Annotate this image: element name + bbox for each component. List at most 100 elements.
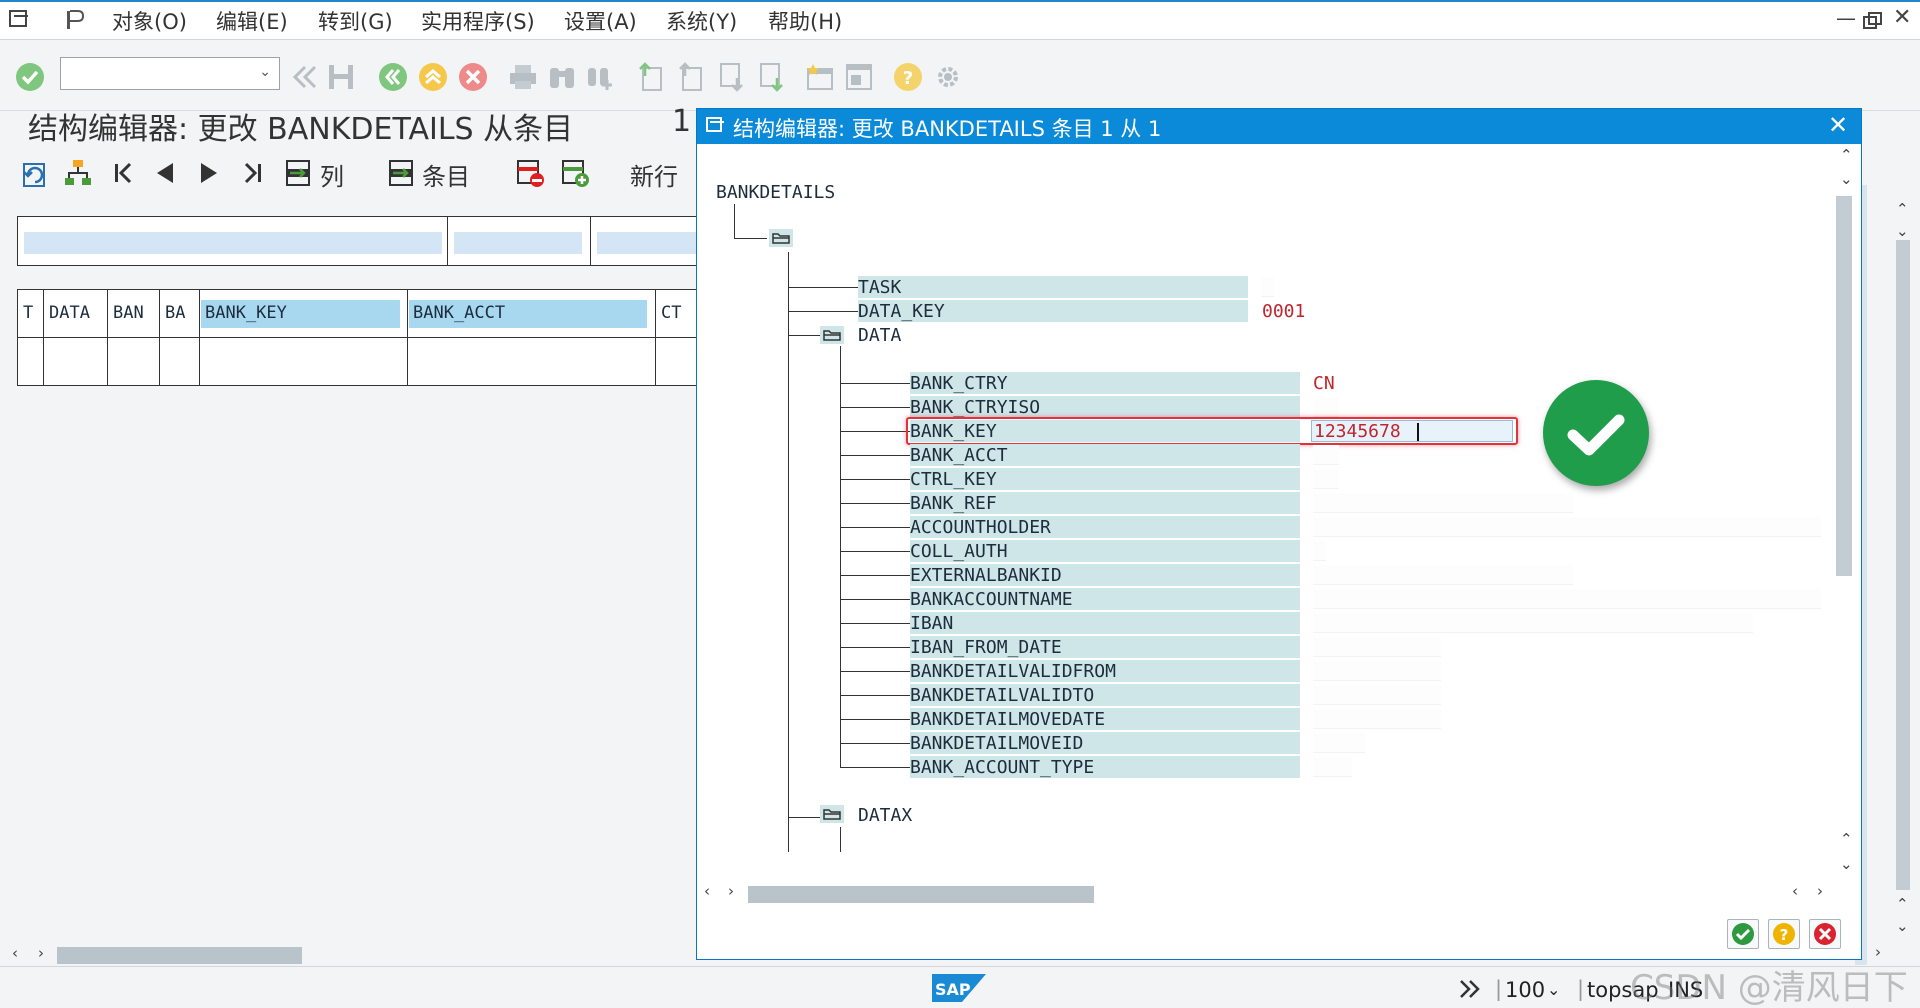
scroll-left-icon[interactable]: ‹ [704, 882, 710, 900]
last-page-icon[interactable] [756, 62, 786, 92]
screen-menu-icon[interactable] [9, 9, 31, 29]
folder-open-icon[interactable] [769, 229, 793, 247]
scroll-down-icon[interactable]: ⌄ [1896, 917, 1909, 935]
tree-field-value[interactable] [1313, 397, 1339, 417]
previous-page-icon[interactable] [676, 62, 706, 92]
tree-field-value[interactable] [1313, 733, 1365, 753]
menu-utilities[interactable]: 实用程序(S) [421, 6, 535, 36]
insert-row-icon[interactable] [560, 158, 590, 188]
table-header-cell[interactable]: T [19, 300, 42, 328]
new-row-button-label[interactable]: 新行 [630, 157, 678, 192]
command-field[interactable]: ⌄ [60, 57, 280, 90]
tree-field-value[interactable]: 0001 [1262, 301, 1305, 322]
back-icon[interactable] [378, 62, 408, 92]
scroll-left-icon[interactable]: ‹ [1792, 882, 1798, 900]
create-session-icon[interactable] [805, 62, 835, 92]
find-icon[interactable] [547, 62, 577, 92]
window-close-icon[interactable]: ✕ [1893, 5, 1911, 30]
dialog-horizontal-scrollbar[interactable] [748, 886, 1094, 903]
header-field[interactable] [454, 232, 582, 254]
tree-field-value[interactable] [1313, 589, 1821, 609]
menu-edit[interactable]: 编辑(E) [216, 6, 288, 36]
exit-icon[interactable] [418, 62, 448, 92]
delete-row-icon[interactable] [515, 158, 545, 188]
entry-icon[interactable] [387, 158, 415, 188]
folder-open-icon[interactable] [820, 805, 844, 823]
next-entry-icon[interactable] [197, 158, 221, 188]
scroll-down-icon[interactable]: ⌄ [1840, 170, 1853, 188]
confirm-button[interactable] [1727, 919, 1759, 949]
menu-goto[interactable]: 转到(G) [318, 6, 393, 36]
table-header-cell[interactable]: DATA [45, 300, 106, 328]
tree-field-value[interactable] [1313, 661, 1441, 681]
tree-field-value[interactable] [1313, 637, 1441, 657]
table-header-cell[interactable]: BAN [109, 300, 158, 328]
minimize-icon[interactable]: — [1836, 6, 1856, 30]
menu-help[interactable]: 帮助(H) [768, 6, 842, 36]
last-entry-icon[interactable] [240, 158, 264, 188]
close-icon[interactable]: ✕ [1828, 111, 1848, 139]
tree-field-value[interactable] [1313, 517, 1821, 537]
menu-system[interactable]: 系统(Y) [666, 6, 737, 36]
first-page-icon[interactable] [636, 62, 666, 92]
vertical-scrollbar[interactable] [1896, 240, 1910, 890]
horizontal-scrollbar[interactable] [57, 947, 302, 964]
refresh-icon[interactable] [20, 158, 50, 188]
zoom-level[interactable]: 100 [1505, 978, 1545, 1002]
scroll-up-icon[interactable]: ⌃ [1896, 895, 1909, 913]
help-icon[interactable]: ? [893, 62, 923, 92]
entry-button-label[interactable]: 条目 [422, 157, 470, 192]
tree-field-value[interactable] [1313, 493, 1573, 513]
table-header-cell[interactable]: BANK_KEY [201, 300, 400, 328]
table-header-cell[interactable]: BA [161, 300, 198, 328]
dialog-vertical-scrollbar[interactable] [1836, 196, 1852, 576]
scroll-left-icon[interactable]: ‹ [12, 944, 18, 962]
tree-field-value[interactable] [1313, 541, 1326, 561]
hierarchy-icon[interactable] [63, 158, 93, 188]
table-header-cell[interactable]: CT [657, 300, 695, 328]
sap-menu-icon[interactable] [64, 9, 86, 31]
scroll-up-icon[interactable]: ⌃ [1840, 146, 1853, 164]
header-field[interactable] [597, 232, 697, 254]
cancel-button[interactable] [1809, 919, 1841, 949]
scroll-up-icon[interactable]: ⌃ [1840, 830, 1853, 848]
print-icon[interactable] [508, 62, 538, 92]
menu-settings[interactable]: 设置(A) [564, 6, 637, 36]
cancel-icon[interactable] [458, 62, 488, 92]
scroll-right-icon[interactable]: › [1817, 882, 1823, 900]
previous-entry-icon[interactable] [153, 158, 177, 188]
column-button-label[interactable]: 列 [320, 157, 344, 192]
dialog-menu-icon[interactable] [706, 116, 726, 134]
tree-field-value[interactable] [1313, 445, 1339, 465]
next-page-icon[interactable] [716, 62, 746, 92]
chevron-down-icon[interactable]: ⌄ [259, 64, 271, 80]
double-right-icon[interactable] [1458, 978, 1482, 1000]
enter-check-icon[interactable] [15, 62, 45, 92]
help-button[interactable]: ? [1768, 919, 1800, 949]
folder-open-icon[interactable] [820, 326, 844, 344]
tree-field-value[interactable] [1313, 757, 1352, 777]
scroll-right-icon[interactable]: › [728, 882, 734, 900]
double-left-icon[interactable] [289, 62, 319, 92]
table-header-cell[interactable]: BANK_ACCT [409, 300, 647, 328]
find-next-icon[interactable] [585, 62, 615, 92]
menu-object[interactable]: 对象(O) [112, 6, 187, 36]
scroll-down-icon[interactable]: ⌄ [1896, 222, 1909, 240]
restore-icon[interactable] [1863, 12, 1883, 30]
save-icon[interactable] [326, 62, 356, 92]
header-field[interactable] [24, 232, 442, 254]
scroll-right-icon[interactable]: › [1875, 943, 1881, 961]
tree-field-value[interactable] [1313, 469, 1339, 489]
chevron-down-icon[interactable]: ⌄ [1547, 980, 1560, 999]
scroll-up-icon[interactable]: ⌃ [1896, 200, 1909, 218]
column-icon[interactable] [284, 158, 312, 188]
tree-field-value[interactable] [1313, 685, 1441, 705]
shortcut-icon[interactable] [844, 62, 874, 92]
tree-field-value[interactable] [1313, 709, 1441, 729]
tree-field-value[interactable] [1261, 277, 1274, 297]
tree-field-value[interactable] [1313, 613, 1753, 633]
tree-field-value[interactable] [1313, 565, 1573, 585]
tree-field-value[interactable]: CN [1313, 373, 1335, 394]
scroll-right-icon[interactable]: › [38, 944, 44, 962]
first-entry-icon[interactable] [112, 158, 136, 188]
